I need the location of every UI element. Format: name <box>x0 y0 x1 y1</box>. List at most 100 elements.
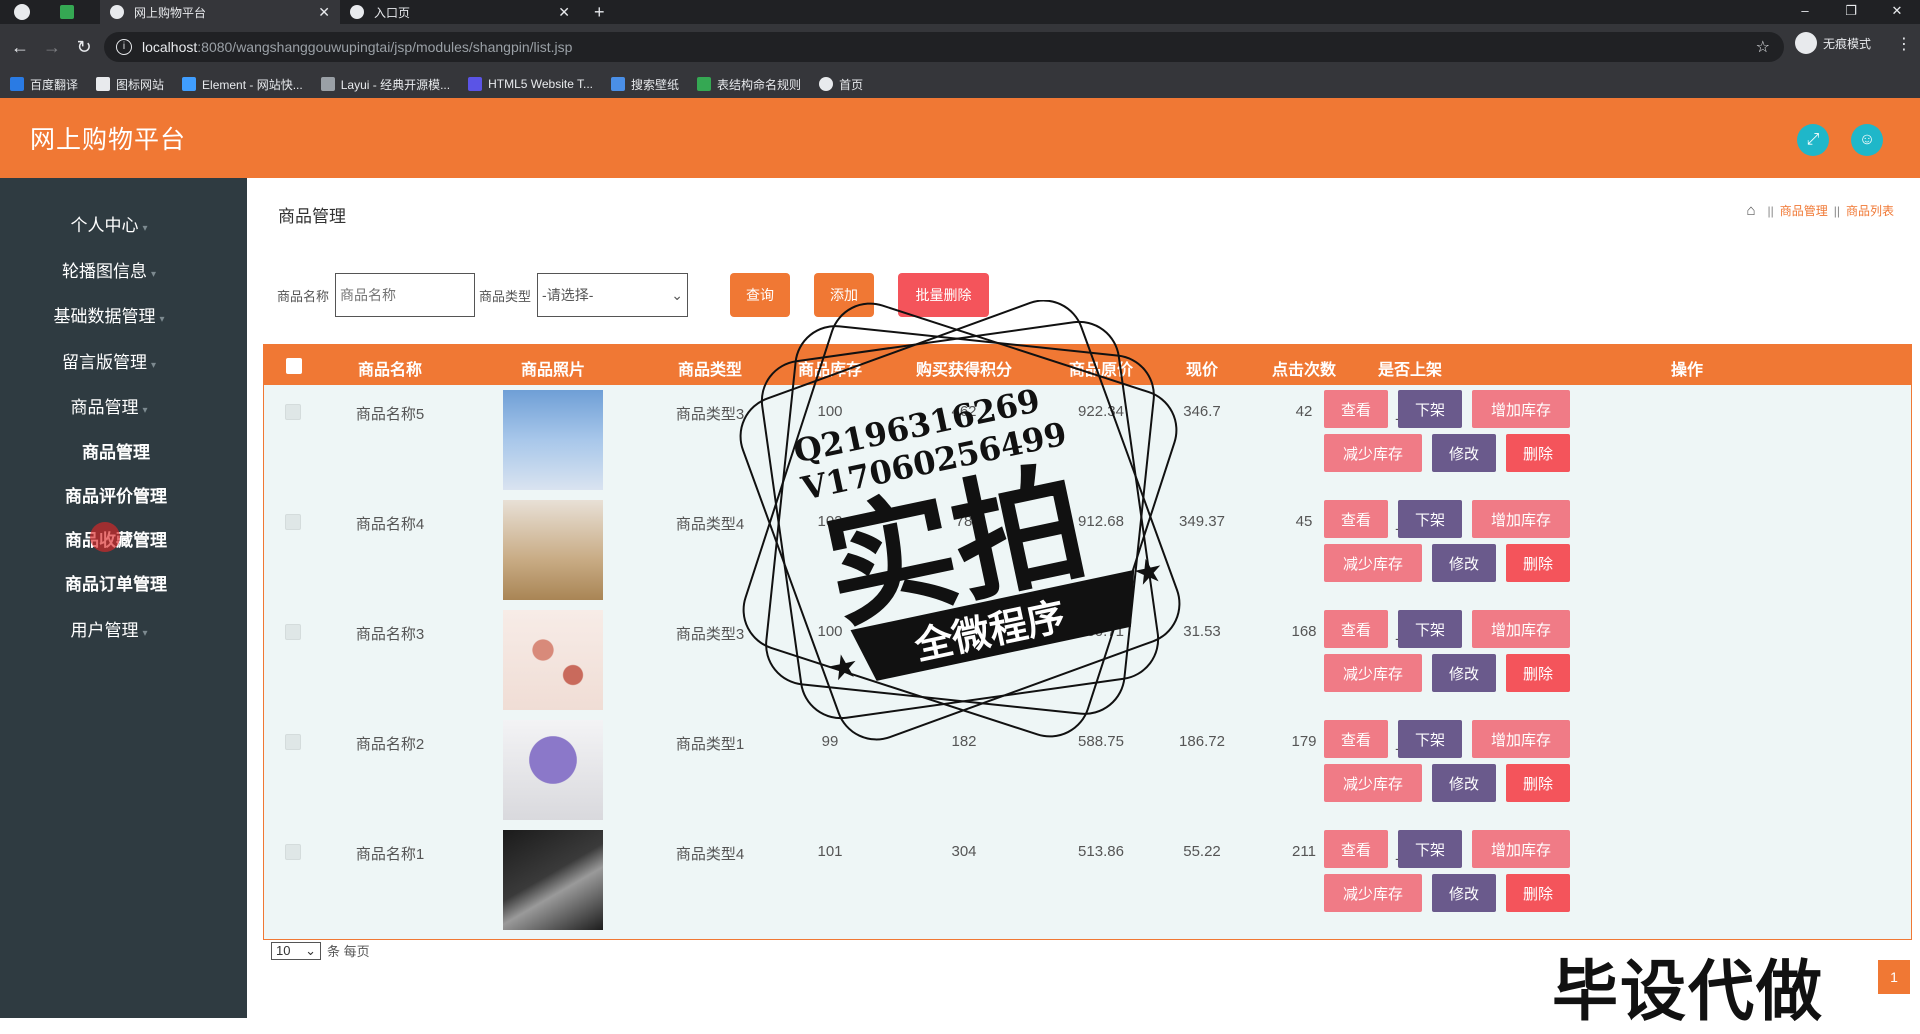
reduce-stock-button[interactable]: 减少库存 <box>1324 874 1422 912</box>
sidebar-item-users[interactable]: 用户管理 ▾ <box>0 616 218 641</box>
delete-button[interactable]: 删除 <box>1506 434 1570 472</box>
sidebar-subitem-reviews[interactable]: 商品评价管理 <box>0 482 232 507</box>
more-menu-icon[interactable]: ⋮ <box>1896 34 1912 54</box>
product-image <box>503 390 603 490</box>
add-stock-button[interactable]: 增加库存 <box>1472 830 1570 868</box>
bookmark-item[interactable]: HTML5 Website T... <box>468 77 593 91</box>
reduce-stock-button[interactable]: 减少库存 <box>1324 544 1422 582</box>
breadcrumb-item[interactable]: 商品管理 <box>1780 202 1828 219</box>
off-shelf-button[interactable]: 下架 <box>1398 720 1462 758</box>
sidebar-item-carousel[interactable]: 轮播图信息 ▾ <box>0 257 218 282</box>
incognito-indicator[interactable]: 无痕模式 <box>1795 32 1871 54</box>
app-icon[interactable] <box>60 5 74 19</box>
bookmark-item[interactable]: 搜索壁纸 <box>611 76 679 93</box>
forward-icon[interactable]: → <box>36 37 68 58</box>
sidebar-item-base-data[interactable]: 基础数据管理 ▾ <box>0 302 218 327</box>
window-controls: – ❐ ✕ <box>1782 0 1920 24</box>
app-header: 网上购物平台 ⤢ ☺ <box>0 98 1920 178</box>
name-search-input[interactable] <box>335 273 476 317</box>
incognito-icon <box>1795 32 1817 54</box>
sidebar-item-goods[interactable]: 商品管理 ▾ <box>0 393 218 418</box>
translate-icon <box>10 77 24 91</box>
restore-icon[interactable]: ❐ <box>1828 0 1874 24</box>
off-shelf-button[interactable]: 下架 <box>1398 500 1462 538</box>
chevron-down-icon: ▾ <box>150 360 157 371</box>
home-icon[interactable]: ⌂ <box>1746 202 1755 219</box>
reduce-stock-button[interactable]: 减少库存 <box>1324 764 1422 802</box>
delete-button[interactable]: 删除 <box>1506 544 1570 582</box>
edit-button[interactable]: 修改 <box>1432 434 1496 472</box>
add-stock-button[interactable]: 增加库存 <box>1472 720 1570 758</box>
close-window-icon[interactable]: ✕ <box>1874 0 1920 24</box>
bookmark-item[interactable]: 表结构命名规则 <box>697 76 801 93</box>
product-image <box>503 720 603 820</box>
reduce-stock-button[interactable]: 减少库存 <box>1324 434 1422 472</box>
view-button[interactable]: 查看 <box>1324 830 1388 868</box>
browser-tab-bar: 网上购物平台 ✕ 入口页 ✕ + – ❐ ✕ <box>0 0 1920 24</box>
bookmark-item[interactable]: 图标网站 <box>96 76 164 93</box>
cell-clicks: 42 <box>1295 403 1313 420</box>
reduce-stock-button[interactable]: 减少库存 <box>1324 654 1422 692</box>
minimize-icon[interactable]: – <box>1782 0 1828 24</box>
view-button[interactable]: 查看 <box>1324 720 1388 758</box>
delete-button[interactable]: 删除 <box>1506 764 1570 802</box>
edit-button[interactable]: 修改 <box>1432 544 1496 582</box>
url-input[interactable]: i localhost:8080/wangshanggouwupingtai/j… <box>104 32 1784 62</box>
add-stock-button[interactable]: 增加库存 <box>1472 500 1570 538</box>
page-size-select[interactable]: 10 ⌄ <box>271 941 321 960</box>
bookmark-item[interactable]: Element - 网站快... <box>182 76 303 93</box>
off-shelf-button[interactable]: 下架 <box>1398 830 1462 868</box>
browser-tab-active[interactable]: 网上购物平台 ✕ <box>100 0 340 24</box>
off-shelf-button[interactable]: 下架 <box>1398 610 1462 648</box>
url-host: localhost <box>142 39 198 55</box>
current-page-badge[interactable]: 1 <box>1878 960 1910 994</box>
close-tab-icon[interactable]: ✕ <box>318 4 330 21</box>
view-button[interactable]: 查看 <box>1324 390 1388 428</box>
sidebar-subitem-orders[interactable]: 商品订单管理 <box>0 570 232 595</box>
edit-button[interactable]: 修改 <box>1432 874 1496 912</box>
sidebar-item-personal-center[interactable]: 个人中心 ▾ <box>0 211 218 236</box>
view-button[interactable]: 查看 <box>1324 500 1388 538</box>
edit-button[interactable]: 修改 <box>1432 764 1496 802</box>
off-shelf-button[interactable]: 下架 <box>1398 390 1462 428</box>
add-stock-button[interactable]: 增加库存 <box>1472 390 1570 428</box>
delete-button[interactable]: 删除 <box>1506 874 1570 912</box>
row-checkbox[interactable] <box>285 404 301 420</box>
sidebar-item-messages[interactable]: 留言版管理 ▾ <box>0 348 218 373</box>
bookmark-item[interactable]: 百度翻译 <box>10 76 78 93</box>
select-all-checkbox[interactable] <box>286 358 302 374</box>
add-stock-button[interactable]: 增加库存 <box>1472 610 1570 648</box>
globe-icon <box>110 5 124 19</box>
user-icon[interactable]: ☺ <box>1851 124 1883 156</box>
sidebar-subitem-goods[interactable]: 商品管理 <box>0 438 232 463</box>
delete-button[interactable]: 删除 <box>1506 654 1570 692</box>
sidebar: 个人中心 ▾ 轮播图信息 ▾ 基础数据管理 ▾ 留言版管理 ▾ 商品管理 ▾ 商品管理 商… <box>0 178 247 1018</box>
page-size-value: 10 <box>276 943 291 958</box>
tab-title: 入口页 <box>374 5 411 20</box>
row-checkbox[interactable] <box>285 844 301 860</box>
browser-tab[interactable]: 入口页 ✕ <box>340 0 580 24</box>
chevron-down-icon: ⌄ <box>305 942 316 958</box>
browser-menu-icon[interactable] <box>14 4 30 20</box>
fullscreen-icon[interactable]: ⤢ <box>1797 124 1829 156</box>
bookmark-item[interactable]: Layui - 经典开源模... <box>320 76 450 93</box>
col-header: 商品照片 <box>520 362 586 379</box>
edit-button[interactable]: 修改 <box>1432 654 1496 692</box>
back-icon[interactable]: ← <box>4 37 36 58</box>
view-button[interactable]: 查看 <box>1324 610 1388 648</box>
star-icon: ★ <box>1132 553 1166 593</box>
product-image <box>503 830 603 930</box>
close-tab-icon[interactable]: ✕ <box>558 4 570 21</box>
star-icon[interactable]: ☆ <box>1756 37 1770 57</box>
new-tab-icon[interactable]: + <box>594 2 605 23</box>
row-checkbox[interactable] <box>285 514 301 530</box>
type-select[interactable]: -请选择- ⌄ <box>537 273 689 317</box>
row-checkbox[interactable] <box>285 734 301 750</box>
row-checkbox[interactable] <box>285 624 301 640</box>
cell-stock: 101 <box>817 843 843 860</box>
reload-icon[interactable]: ↻ <box>68 37 100 58</box>
breadcrumb-item[interactable]: 商品列表 <box>1846 202 1894 219</box>
bookmark-item[interactable]: 首页 <box>819 76 863 93</box>
cell-name: 商品名称3 <box>355 626 425 643</box>
info-icon[interactable]: i <box>116 39 132 55</box>
